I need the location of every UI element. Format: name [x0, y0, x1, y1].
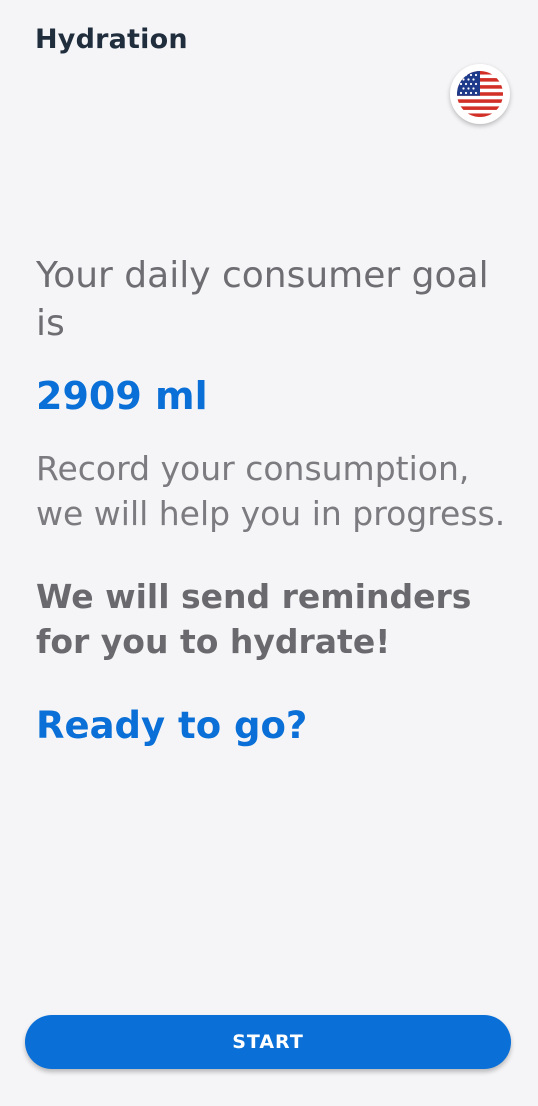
record-consumption-text: Record your consumption, we will help yo… [36, 449, 506, 533]
app-title: Hydration [35, 24, 188, 55]
language-selector-button[interactable] [450, 64, 510, 124]
us-flag-icon [457, 71, 503, 117]
intro-content: Your daily consumer goal is 2909 ml Reco… [36, 252, 506, 750]
ready-prompt: Ready to go? [36, 704, 308, 747]
daily-goal-value: 2909 ml [36, 374, 208, 418]
welcome-screen: Hydration Your daily consumer goal is 29… [0, 0, 538, 1106]
daily-goal-label: Your daily consumer goal is [36, 255, 489, 344]
reminders-text: We will send reminders for you to hydrat… [36, 577, 472, 661]
start-button[interactable]: START [25, 1015, 511, 1069]
